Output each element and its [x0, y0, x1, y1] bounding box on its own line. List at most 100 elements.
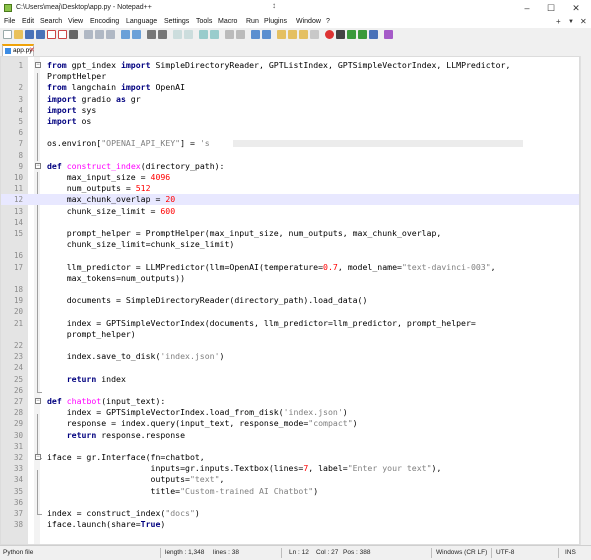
code-line[interactable]: 26	[1, 385, 579, 396]
code-line[interactable]: 32 − iface = gr.Interface(fn=chatbot,	[1, 452, 579, 463]
code-line[interactable]: prompt_helper)	[1, 329, 579, 340]
code-line[interactable]: 16	[1, 250, 579, 261]
code-line[interactable]: 18	[1, 284, 579, 295]
code-line[interactable]: 3 import gradio as gr	[1, 94, 579, 105]
record-macro-icon[interactable]	[325, 30, 334, 39]
code-line[interactable]: 34 outputs="text",	[1, 474, 579, 485]
code-line[interactable]: 35 title="Custom-trained AI Chatbot")	[1, 486, 579, 497]
code-line[interactable]: 33 inputs=gr.inputs.Textbox(lines=7, lab…	[1, 463, 579, 474]
show-all-chars-icon[interactable]	[236, 30, 245, 39]
code-line[interactable]: 24	[1, 362, 579, 373]
menu-search[interactable]: Search	[40, 18, 62, 25]
copy-icon[interactable]	[95, 30, 104, 39]
fold-toggle-icon[interactable]: −	[35, 454, 41, 460]
code-line[interactable]: chunk_size_limit=chunk_size_limit)	[1, 239, 579, 250]
menu-view[interactable]: View	[68, 18, 83, 25]
vertical-scrollbar[interactable]	[580, 56, 591, 545]
code-editor[interactable]: 1− from gpt_index import SimpleDirectoryR…	[0, 56, 580, 545]
code-line[interactable]: 29 response = index.query(input_text, re…	[1, 418, 579, 429]
spell-check-icon[interactable]	[384, 30, 393, 39]
undo-icon[interactable]	[121, 30, 130, 39]
tab-list-dropdown-icon[interactable]: ▼	[568, 19, 574, 25]
code-line[interactable]: 8	[1, 150, 579, 161]
code-line[interactable]: PromptHelper	[1, 71, 579, 82]
save-all-icon[interactable]	[36, 30, 45, 39]
code-line[interactable]: 14	[1, 217, 579, 228]
code-line[interactable]: 31	[1, 441, 579, 452]
code-line[interactable]: 19 documents = SimpleDirectoryReader(dir…	[1, 295, 579, 306]
sync-horizontal-icon[interactable]	[210, 30, 219, 39]
close-window-button[interactable]: ✕	[567, 2, 585, 14]
code-line[interactable]: 38 iface.launch(share=True)	[1, 519, 579, 530]
save-macro-icon[interactable]	[369, 30, 378, 39]
code-line[interactable]: 1 − from gpt_index import SimpleDirectoryR…	[1, 60, 579, 71]
code-line[interactable]: 21 index = GPTSimpleVectorIndex(document…	[1, 318, 579, 329]
menu-encoding[interactable]: Encoding	[90, 18, 119, 25]
code-line[interactable]: 6	[1, 127, 579, 138]
code-line[interactable]: 36	[1, 497, 579, 508]
new-file-icon[interactable]	[3, 30, 12, 39]
menu-macro[interactable]: Macro	[218, 18, 237, 25]
code-line[interactable]: 23 index.save_to_disk('index.json')	[1, 351, 579, 362]
menu-help[interactable]: ?	[326, 18, 330, 25]
code-line[interactable]: 4 import sys	[1, 105, 579, 116]
print-icon[interactable]	[69, 30, 78, 39]
function-list-icon[interactable]	[288, 30, 297, 39]
menu-settings[interactable]: Settings	[164, 18, 189, 25]
menu-file[interactable]: File	[4, 18, 15, 25]
code-line[interactable]: 9 − def construct_index(directory_path):	[1, 161, 579, 172]
open-file-icon[interactable]	[14, 30, 23, 39]
paste-icon[interactable]	[106, 30, 115, 39]
doc-map-icon[interactable]	[277, 30, 286, 39]
zoom-in-icon[interactable]	[173, 30, 182, 39]
language-icon[interactable]	[262, 30, 271, 39]
code-line[interactable]: max_tokens=num_outputs))	[1, 273, 579, 284]
code-line[interactable]: 22	[1, 340, 579, 351]
sync-vertical-icon[interactable]	[199, 30, 208, 39]
code-line[interactable]: 27 − def chatbot(input_text):	[1, 396, 579, 407]
status-eol-format[interactable]: Windows (CR LF)	[436, 549, 487, 556]
code-line[interactable]: 11 num_outputs = 512	[1, 183, 579, 194]
code-line[interactable]: 10 max_input_size = 4096	[1, 172, 579, 183]
menu-language[interactable]: Language	[126, 18, 157, 25]
menu-edit[interactable]: Edit	[22, 18, 34, 25]
code-line[interactable]: 12 max_chunk_overlap = 20	[1, 194, 579, 206]
menu-run[interactable]: Run	[246, 18, 259, 25]
menu-plugins[interactable]: Plugins	[264, 18, 287, 25]
code-line[interactable]: 2 from langchain import OpenAI	[1, 82, 579, 93]
indent-guide-icon[interactable]	[251, 30, 260, 39]
code-line[interactable]: 20	[1, 306, 579, 317]
minimize-button[interactable]: –	[518, 2, 536, 14]
play-macro-icon[interactable]	[347, 30, 356, 39]
close-document-icon[interactable]: ✕	[580, 17, 587, 26]
redo-icon[interactable]	[132, 30, 141, 39]
replace-icon[interactable]	[158, 30, 167, 39]
status-encoding[interactable]: UTF-8	[496, 549, 514, 556]
maximize-button[interactable]: ☐	[542, 2, 560, 14]
run-macro-multiple-icon[interactable]	[358, 30, 367, 39]
code-line[interactable]: 7 os.environ["OPENAI_API_KEY"] = 's	[1, 138, 579, 149]
folder-workspace-icon[interactable]	[299, 30, 308, 39]
stop-macro-icon[interactable]	[336, 30, 345, 39]
zoom-out-icon[interactable]	[184, 30, 193, 39]
add-tab-icon[interactable]: +	[556, 17, 561, 26]
fold-toggle-icon[interactable]: −	[35, 162, 41, 169]
code-line[interactable]: 17 llm_predictor = LLMPredictor(llm=Open…	[1, 262, 579, 273]
menu-window[interactable]: Window	[296, 18, 321, 25]
word-wrap-icon[interactable]	[225, 30, 234, 39]
code-line[interactable]: 15 prompt_helper = PromptHelper(max_inpu…	[1, 228, 579, 239]
tab-close-icon[interactable]: ✕	[29, 46, 35, 54]
code-line[interactable]: 5 import os	[1, 116, 579, 127]
monitoring-icon[interactable]	[310, 30, 319, 39]
fold-toggle-icon[interactable]: −	[35, 62, 41, 68]
save-icon[interactable]	[25, 30, 34, 39]
code-line[interactable]: 28 index = GPTSimpleVectorIndex.load_fro…	[1, 407, 579, 418]
close-file-icon[interactable]	[47, 30, 56, 39]
code-line[interactable]: 30 return response.response	[1, 430, 579, 441]
tab-app-py[interactable]: app.py ✕	[2, 44, 35, 56]
find-icon[interactable]	[147, 30, 156, 39]
close-all-icon[interactable]	[58, 30, 67, 39]
code-line[interactable]: 25 return index	[1, 374, 579, 385]
fold-toggle-icon[interactable]: −	[35, 398, 41, 404]
code-line[interactable]: 13 chunk_size_limit = 600	[1, 206, 579, 217]
